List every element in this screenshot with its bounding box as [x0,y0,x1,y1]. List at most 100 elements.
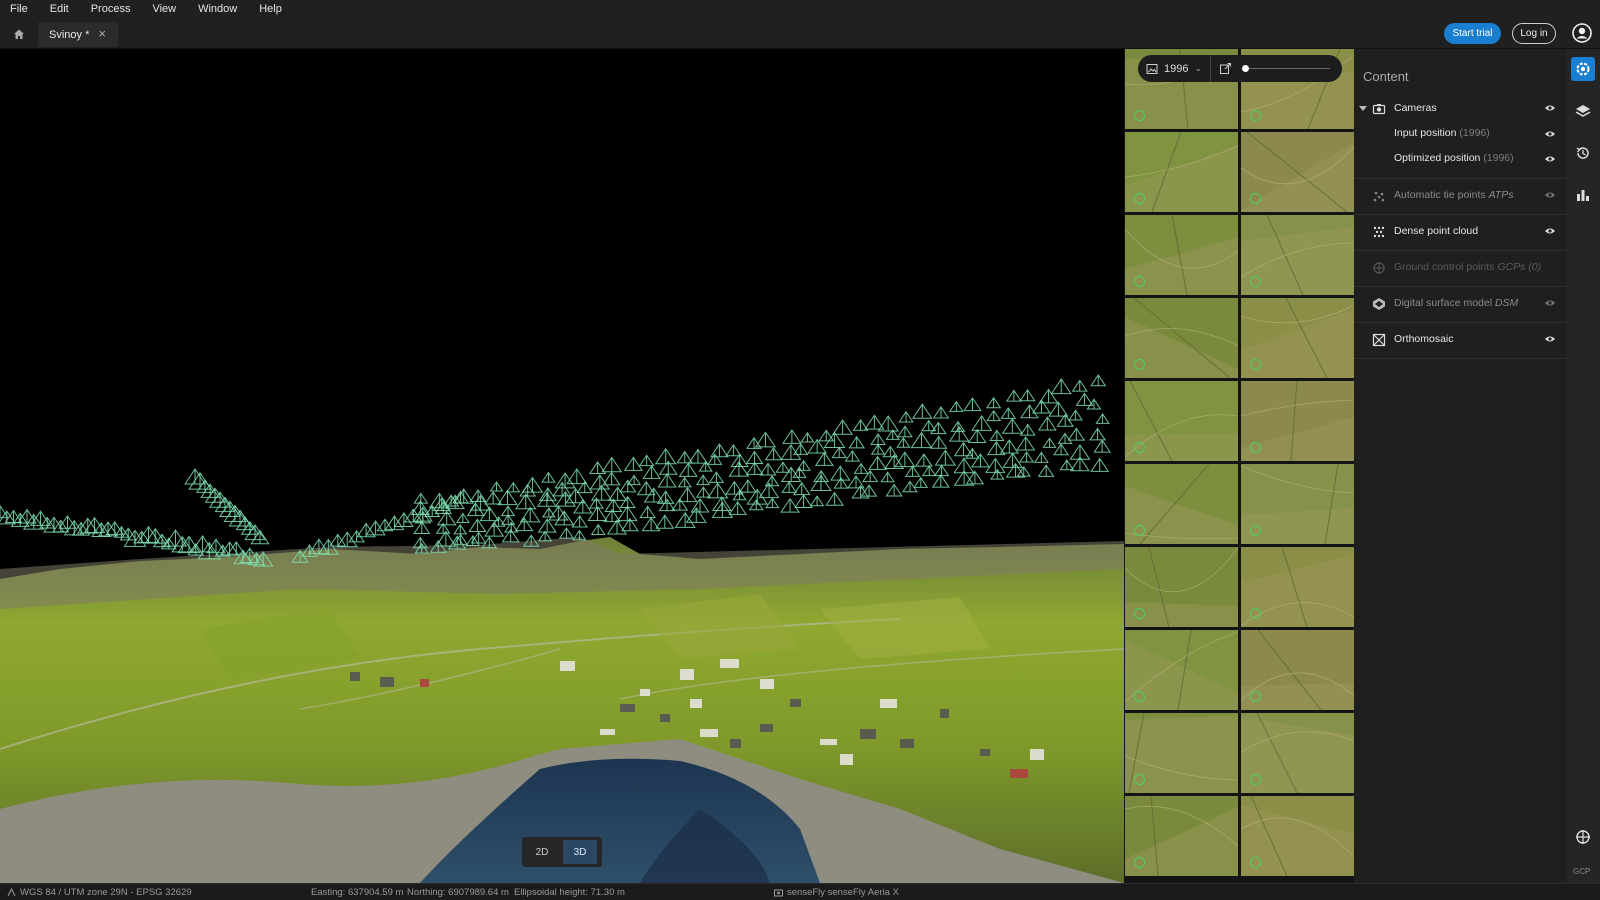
image-thumbnail[interactable] [1125,547,1238,627]
thumbnail-toolbar: 1996 ⌄ [1138,55,1342,82]
building [420,679,429,687]
slider-handle[interactable] [1242,65,1249,72]
chevron-down-icon[interactable] [1359,106,1367,111]
image-thumbnail[interactable] [1125,215,1238,295]
camera-frustum [552,481,572,497]
menu-view[interactable]: View [142,3,188,15]
camera-frustum [967,428,987,443]
view-mode-toggle: 2D 3D [522,837,602,867]
camera-frustum [853,462,869,474]
image-thumbnail[interactable] [1125,713,1238,793]
camera-frustum [711,501,734,518]
camera-frustum [738,479,757,493]
layer-dense-point-cloud[interactable]: Dense point cloud [1354,220,1566,244]
menu-process[interactable]: Process [81,3,143,15]
camera-frustum [948,400,964,412]
bar-chart-icon[interactable] [1571,183,1595,207]
camera-frustum [655,514,675,529]
crs-text[interactable]: WGS 84 / UTM zone 29N - EPSG 32629 [20,887,192,898]
menu-window[interactable]: Window [188,3,249,15]
settings-icon[interactable] [1571,57,1595,81]
user-avatar-icon[interactable] [1572,23,1592,43]
eye-icon[interactable] [1544,103,1556,113]
layers-icon[interactable] [1571,99,1595,123]
camera-frustum [711,495,732,511]
image-thumbnail[interactable] [1241,547,1354,627]
gcp-crosshair-icon[interactable] [1571,825,1595,849]
building [980,749,990,756]
camera-frustum [590,523,606,535]
image-thumbnail[interactable] [1125,796,1238,876]
image-thumbnail[interactable] [1125,132,1238,212]
check-icon [1134,193,1145,204]
image-thumbnail[interactable] [1125,464,1238,544]
camera-frustum [329,533,347,547]
camera-frustum [765,497,780,509]
layer-cameras[interactable]: Cameras [1354,97,1566,121]
image-thumbnail[interactable] [1241,132,1354,212]
tie-points-icon [1373,191,1385,202]
image-thumbnail[interactable] [1125,630,1238,710]
camera-frustum [538,487,557,501]
point-cloud-icon [1373,226,1385,238]
building [840,754,853,765]
image-thumbnail[interactable] [1241,298,1354,378]
eye-icon[interactable] [1544,226,1556,236]
check-icon [1250,857,1261,868]
camera-input-position[interactable]: Input position (1996) [1394,127,1490,139]
camera-frustum [868,455,888,470]
eye-icon[interactable] [1544,190,1556,200]
image-count[interactable]: 1996 [1164,63,1188,75]
camera-frustum [469,494,492,511]
eye-icon[interactable] [1544,154,1556,164]
eye-icon[interactable] [1544,334,1556,344]
camera-icon [1372,104,1386,115]
building [820,739,837,745]
mode-3d-button[interactable]: 3D [563,840,597,864]
layer-tie-points[interactable]: Automatic tie points ATPs [1354,184,1566,208]
thumbnail-size-slider[interactable] [1246,68,1330,69]
history-icon[interactable] [1571,141,1595,165]
camera-frustum [677,486,698,503]
image-thumbnail[interactable] [1241,713,1354,793]
camera-frustum [695,474,711,486]
camera-frustum [1075,392,1094,406]
image-thumbnail[interactable] [1125,381,1238,461]
image-thumbnail[interactable] [1241,215,1354,295]
3d-viewport[interactable]: 2D 3D [0,49,1124,883]
layer-orthomosaic[interactable]: Orthomosaic [1354,328,1566,352]
image-thumbnail[interactable] [1125,298,1238,378]
camera-frustum [934,449,957,466]
image-thumbnail[interactable] [1241,796,1354,876]
tab-project[interactable]: Svinoy * × [38,22,118,47]
check-icon [1250,608,1261,619]
mode-2d-button[interactable]: 2D [525,840,559,864]
camera-frustum [985,457,1006,473]
open-image-icon[interactable] [1219,62,1232,75]
camera-frustum [413,521,431,534]
eye-icon[interactable] [1544,129,1556,139]
camera-frustum [764,446,783,461]
home-icon[interactable] [10,25,28,43]
camera-frustum [1071,379,1088,392]
image-thumbnail[interactable] [1241,630,1354,710]
menu-edit[interactable]: Edit [40,3,81,15]
chevron-down-icon[interactable]: ⌄ [1194,63,1202,74]
layer-label: Automatic tie points ATPs [1394,189,1514,201]
start-trial-button[interactable]: Start trial [1444,23,1501,44]
status-bar: WGS 84 / UTM zone 29N - EPSG 32629 Easti… [0,883,1600,900]
menu-file[interactable]: File [0,3,40,15]
menu-help[interactable]: Help [249,3,294,15]
layer-dsm[interactable]: Digital surface model DSM [1354,292,1566,316]
eye-icon[interactable] [1544,298,1556,308]
login-button[interactable]: Log in [1512,23,1556,44]
image-thumbnail[interactable] [1241,381,1354,461]
camera-frustum [677,476,692,488]
close-icon[interactable]: × [98,27,106,41]
camera-frustum [933,464,950,477]
tab-project-label: Svinoy * [49,28,90,41]
check-icon [1134,691,1145,702]
camera-optimized-position[interactable]: Optimized position (1996) [1394,152,1514,164]
camera-frustum [1019,388,1036,402]
image-thumbnail[interactable] [1241,464,1354,544]
